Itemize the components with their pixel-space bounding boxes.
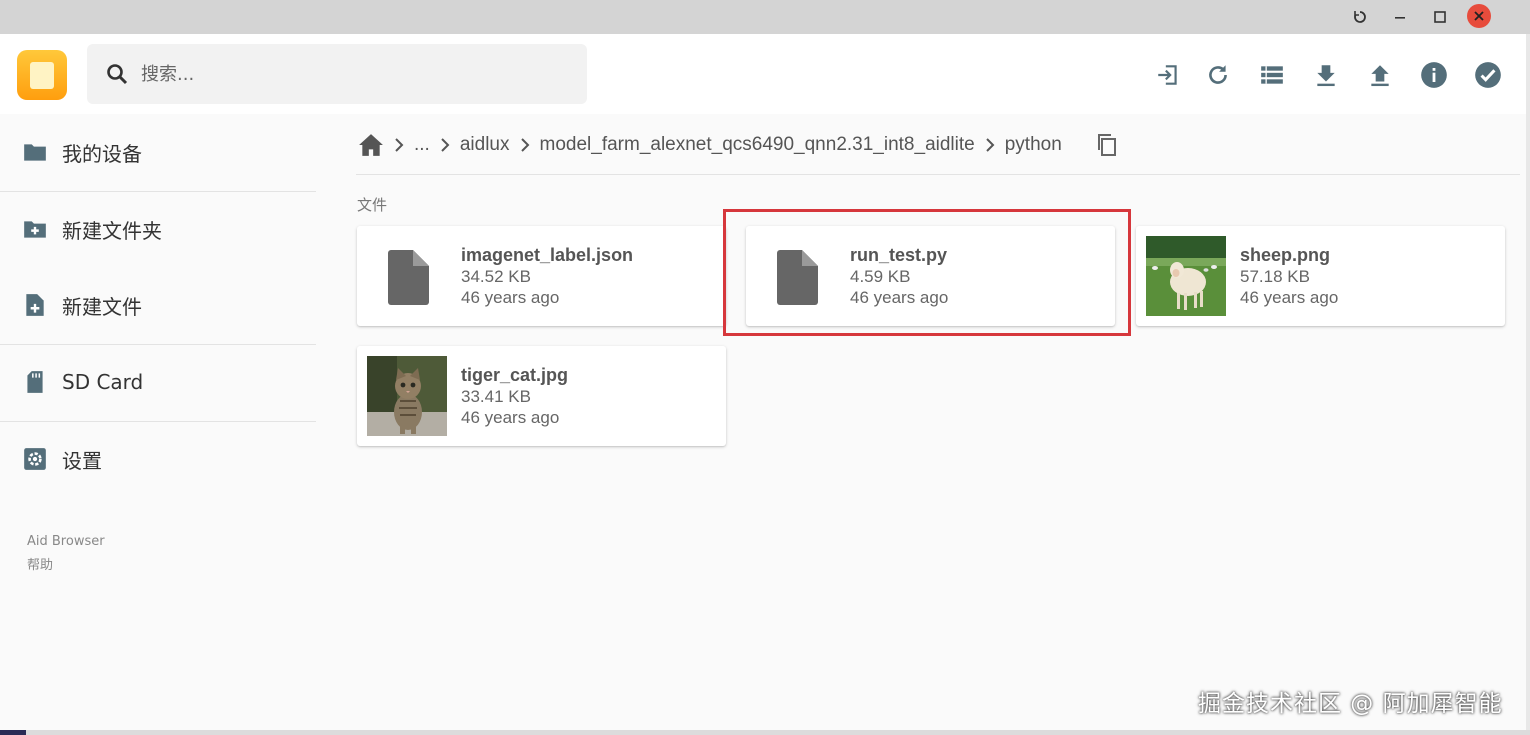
- file-card[interactable]: imagenet_label.json 34.52 KB 46 years ag…: [357, 226, 726, 326]
- file-name: tiger_cat.jpg: [461, 365, 569, 385]
- kitten-image: [367, 356, 447, 436]
- sd-card-icon: [27, 371, 43, 393]
- window-edge: [1526, 34, 1530, 735]
- file-name: sheep.png: [1240, 245, 1331, 265]
- section-label-files: 文件: [357, 196, 388, 214]
- sidebar-item-label: SD Card: [62, 370, 144, 394]
- file-size: 33.41 KB: [461, 387, 531, 406]
- window-titlebar: [0, 0, 1530, 34]
- info-icon[interactable]: [1420, 61, 1448, 89]
- sidebar: 我的设备 新建文件夹 新建文件 SD Card 设置 Aid Browser 帮…: [0, 114, 318, 730]
- file-name: imagenet_label.json: [461, 245, 634, 265]
- breadcrumb-item[interactable]: python: [1005, 134, 1062, 156]
- download-icon[interactable]: [1312, 61, 1340, 89]
- chevron-right-icon: [975, 138, 1005, 152]
- home-icon[interactable]: [358, 133, 384, 157]
- search-input[interactable]: [141, 58, 561, 90]
- select-all-icon[interactable]: [1474, 61, 1502, 89]
- list-view-icon[interactable]: [1258, 61, 1286, 89]
- sheep-image: [1146, 236, 1226, 316]
- chevron-right-icon: [510, 138, 540, 152]
- sidebar-item-my-device[interactable]: 我的设备: [0, 114, 318, 190]
- breadcrumb: ... aidlux model_farm_alexnet_qcs6490_qn…: [358, 130, 1118, 160]
- breadcrumb-item[interactable]: ...: [414, 134, 430, 156]
- file-date: 46 years ago: [461, 288, 560, 307]
- file-card[interactable]: sheep.png 57.18 KB 46 years ago: [1136, 226, 1505, 326]
- divider: [356, 174, 1520, 175]
- about-link[interactable]: Aid Browser: [27, 534, 105, 549]
- breadcrumb-item[interactable]: model_farm_alexnet_qcs6490_qnn2.31_int8_…: [540, 134, 975, 156]
- window-edge: [0, 730, 1530, 735]
- file-date: 46 years ago: [1240, 288, 1339, 307]
- highlight-box: [723, 209, 1131, 336]
- minimize-icon[interactable]: [1387, 4, 1413, 30]
- file-size: 57.18 KB: [1240, 267, 1310, 286]
- watermark: 掘金技术社区 @ 阿加犀智能: [1198, 691, 1503, 717]
- sidebar-item-sd-card[interactable]: SD Card: [0, 344, 318, 420]
- copy-path-icon[interactable]: [1096, 133, 1118, 157]
- settings-icon: [24, 448, 46, 470]
- sidebar-item-label: 设置: [62, 448, 102, 473]
- upload-icon[interactable]: [1366, 61, 1394, 89]
- sidebar-item-settings[interactable]: 设置: [0, 421, 318, 497]
- file-date: 46 years ago: [461, 408, 560, 427]
- restore-session-icon[interactable]: [1347, 4, 1373, 30]
- maximize-icon[interactable]: [1427, 4, 1453, 30]
- file-icon: [388, 250, 429, 305]
- new-file-icon: [26, 294, 44, 316]
- sidebar-item-label: 新建文件夹: [62, 218, 162, 243]
- search-box[interactable]: [87, 44, 587, 104]
- chevron-right-icon: [430, 138, 460, 152]
- file-card[interactable]: tiger_cat.jpg 33.41 KB 46 years ago: [357, 346, 726, 446]
- help-link[interactable]: 帮助: [27, 554, 53, 573]
- sidebar-item-label: 我的设备: [62, 141, 142, 166]
- search-icon: [105, 62, 129, 91]
- refresh-icon[interactable]: [1204, 61, 1232, 89]
- sidebar-item-new-folder[interactable]: 新建文件夹: [0, 191, 318, 267]
- sidebar-item-label: 新建文件: [62, 294, 142, 319]
- folder-icon: [24, 144, 46, 161]
- app-bar: [0, 34, 1526, 114]
- open-icon[interactable]: [1154, 61, 1182, 89]
- new-folder-icon: [24, 221, 46, 238]
- file-size: 34.52 KB: [461, 267, 531, 286]
- sidebar-item-new-file[interactable]: 新建文件: [0, 267, 318, 343]
- close-window-icon[interactable]: [1467, 4, 1491, 28]
- chevron-right-icon: [384, 138, 414, 152]
- breadcrumb-item[interactable]: aidlux: [460, 134, 510, 156]
- app-logo: [17, 50, 67, 100]
